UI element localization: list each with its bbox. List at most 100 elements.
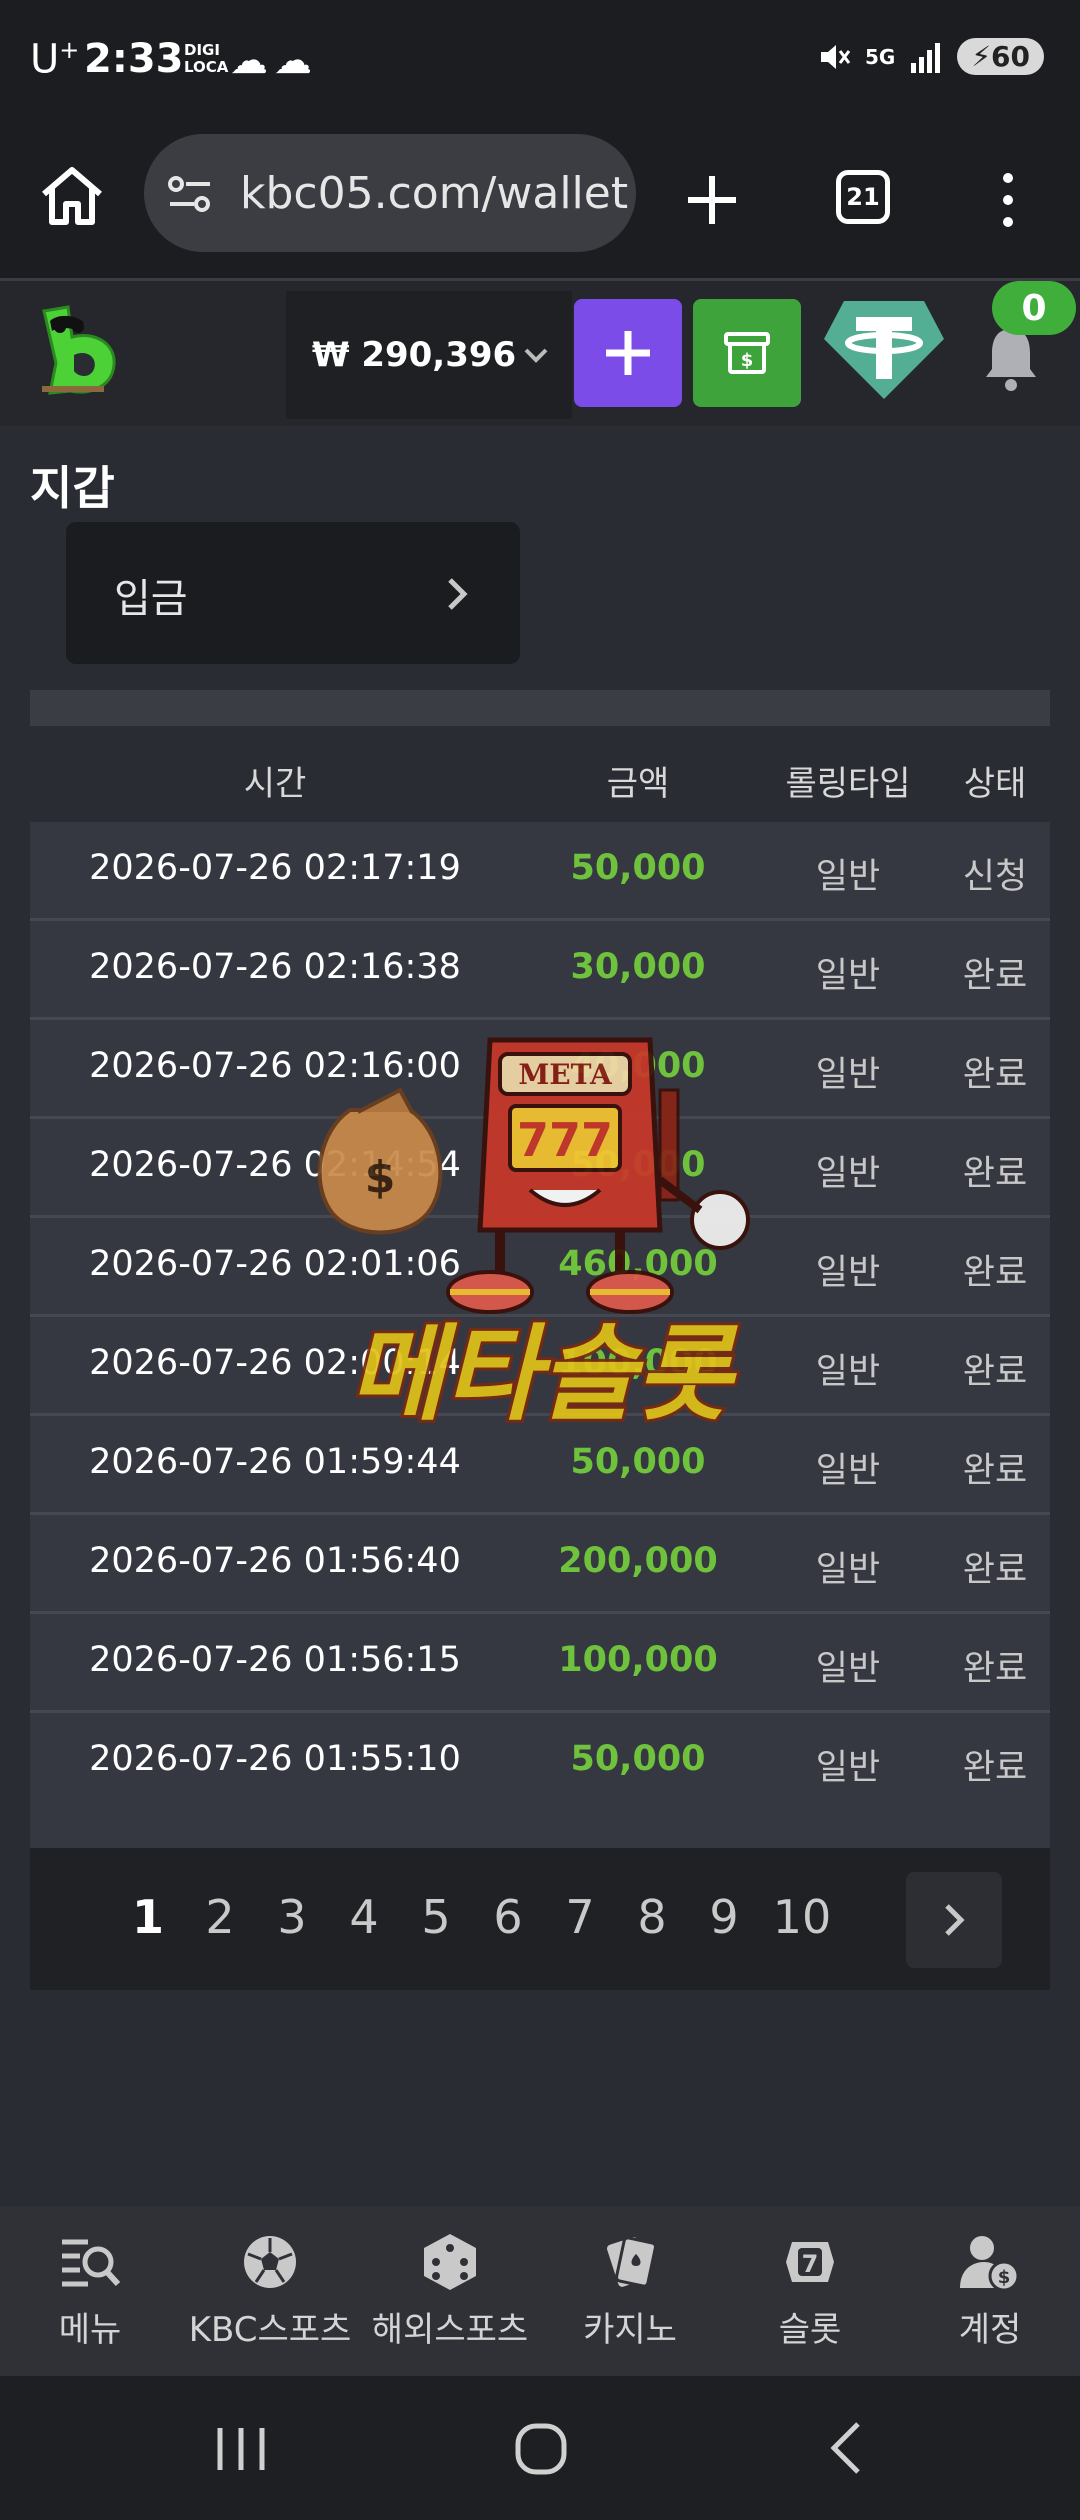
- page-4-link[interactable]: 4: [328, 1890, 400, 1944]
- header-time: 시간: [243, 764, 307, 804]
- svg-text:$: $: [365, 1152, 396, 1203]
- watermark-text: 메타슬롯: [349, 1313, 739, 1435]
- page-2-link[interactable]: 2: [184, 1890, 256, 1944]
- nav-kbc-sports[interactable]: KBC스포츠: [180, 2232, 360, 2351]
- money-bag-icon: $: [317, 1087, 443, 1235]
- row-time: 2026-07-26 01:56:15: [89, 1640, 461, 1680]
- site-logo[interactable]: [34, 303, 124, 399]
- page-9-link[interactable]: 9: [688, 1890, 760, 1944]
- dice-icon: [424, 2234, 476, 2290]
- balance-amount: ₩ 290,396: [312, 335, 517, 375]
- svg-text:$: $: [741, 350, 754, 371]
- table-row: 2026-07-26 01:55:10 50,000 일반 완료: [30, 1713, 1050, 1812]
- table-top-bar: [30, 690, 1050, 726]
- tether-icon[interactable]: [822, 295, 946, 403]
- page-3-link[interactable]: 3: [256, 1890, 328, 1944]
- deposit-selector[interactable]: 입금: [66, 522, 520, 664]
- cash-register-icon: $: [724, 332, 770, 374]
- meta-slot-watermark: $ META 777 메타슬롯: [317, 1037, 750, 1438]
- row-amount: 50,000: [570, 848, 706, 888]
- row-rolling: 일반: [815, 1352, 881, 1392]
- playing-cards-icon: [607, 2236, 657, 2288]
- slot-reels-text: 777: [517, 1113, 613, 1167]
- recent-apps-icon[interactable]: [214, 2426, 268, 2472]
- bottom-navigation: 메뉴 KBC스포츠 해외스포츠 카지노 7 슬롯 $ 계정: [0, 2206, 1080, 2376]
- nav-casino[interactable]: 카지노: [540, 2232, 720, 2351]
- row-status: 완료: [962, 1352, 1028, 1392]
- header-status: 상태: [963, 764, 1027, 804]
- row-rolling: 일반: [815, 1748, 881, 1788]
- page-5-link[interactable]: 5: [400, 1890, 472, 1944]
- address-bar[interactable]: kbc05.com/wallet: [144, 134, 636, 252]
- back-icon[interactable]: [826, 2420, 866, 2476]
- tab-switcher-button[interactable]: 21: [836, 170, 890, 224]
- soccer-ball-icon: [244, 2236, 296, 2288]
- site-settings-icon[interactable]: [166, 170, 214, 218]
- slot-machine-mascot: META 777: [446, 1037, 750, 1314]
- row-rolling: 일반: [815, 1451, 881, 1491]
- row-amount: 50,000: [570, 1739, 706, 1779]
- url-text[interactable]: kbc05.com/wallet: [240, 168, 628, 219]
- row-time: 2026-07-26 01:55:10: [89, 1739, 461, 1779]
- nav-label: 해외스포츠: [371, 2310, 529, 2350]
- table-row: 2026-07-26 01:56:15 100,000 일반 완료: [30, 1614, 1050, 1713]
- table-bottom-bar: [30, 1808, 1050, 1848]
- home-circle-icon[interactable]: [514, 2422, 568, 2476]
- weather-cloud-icon: ☁: [274, 38, 312, 82]
- status-bar: U+ 2:33 DIGI LOCA ☁ ☁ 5G ⚡60: [0, 0, 1080, 122]
- row-status: 완료: [962, 1451, 1028, 1491]
- home-icon[interactable]: [36, 160, 108, 232]
- chevron-right-icon: [945, 1904, 965, 1936]
- digilocal-label: DIGI LOCA: [184, 41, 229, 76]
- balance-dropdown[interactable]: ₩ 290,396: [286, 291, 572, 419]
- nav-account[interactable]: $ 계정: [900, 2232, 1080, 2351]
- row-status: 완료: [962, 1550, 1028, 1590]
- new-tab-icon[interactable]: [684, 172, 740, 228]
- nav-overseas-sports[interactable]: 해외스포츠: [360, 2232, 540, 2351]
- nav-label: 메뉴: [58, 2310, 122, 2350]
- row-status: 완료: [962, 956, 1028, 996]
- svg-text:7: 7: [802, 2250, 819, 2278]
- next-page-button[interactable]: [906, 1872, 1002, 1968]
- svg-text:$: $: [998, 2267, 1011, 2288]
- cashier-button[interactable]: $: [693, 299, 801, 407]
- row-time: 2026-07-26 02:16:38: [89, 947, 461, 987]
- deposit-label: 입금: [114, 576, 188, 622]
- network-5g-label: 5G: [865, 44, 896, 69]
- page-8-link[interactable]: 8: [616, 1890, 688, 1944]
- slot-seven-icon: 7: [786, 2242, 834, 2282]
- header-amount: 금액: [606, 764, 670, 804]
- signal-icon: [911, 42, 941, 73]
- battery-indicator: ⚡60: [957, 38, 1044, 75]
- nav-label: 카지노: [583, 2310, 677, 2350]
- page-10-link[interactable]: 10: [766, 1890, 838, 1944]
- status-icons: 5G ⚡60: [817, 38, 1044, 75]
- row-status: 완료: [962, 1649, 1028, 1689]
- more-options-icon[interactable]: [994, 170, 1022, 230]
- pagination: 1 2 3 4 5 6 7 8 9 10: [30, 1848, 1050, 1990]
- page-title: 지갑: [30, 461, 115, 515]
- nav-label: KBC스포츠: [188, 2310, 352, 2350]
- header-rolling-type: 롤링타입: [785, 764, 911, 804]
- row-rolling: 일반: [815, 1154, 881, 1194]
- page-1-link[interactable]: 1: [112, 1890, 184, 1944]
- page-6-link[interactable]: 6: [472, 1890, 544, 1944]
- nav-slots[interactable]: 7 슬롯: [720, 2232, 900, 2351]
- row-status: 완료: [962, 1154, 1028, 1194]
- weather-cloud-icon: ☁: [230, 38, 268, 82]
- deposit-plus-button[interactable]: [574, 299, 682, 407]
- browser-toolbar: kbc05.com/wallet 21: [0, 122, 1080, 278]
- row-time: 2026-07-26 01:56:40: [89, 1541, 461, 1581]
- system-navigation-bar: [0, 2376, 1080, 2520]
- notification-badge: 0: [992, 281, 1076, 335]
- chevron-down-icon: [524, 348, 548, 363]
- page-7-link[interactable]: 7: [544, 1890, 616, 1944]
- row-time: 2026-07-26 02:17:19: [89, 848, 461, 888]
- nav-menu[interactable]: 메뉴: [0, 2232, 180, 2351]
- row-rolling: 일반: [815, 1055, 881, 1095]
- row-rolling: 일반: [815, 1253, 881, 1293]
- table-row: 2026-07-26 02:17:19 50,000 일반 신청: [30, 822, 1050, 921]
- row-rolling: 일반: [815, 1649, 881, 1689]
- user-coin-icon: $: [960, 2236, 1020, 2292]
- table-header: 시간 금액 롤링타입 상태: [30, 726, 1050, 822]
